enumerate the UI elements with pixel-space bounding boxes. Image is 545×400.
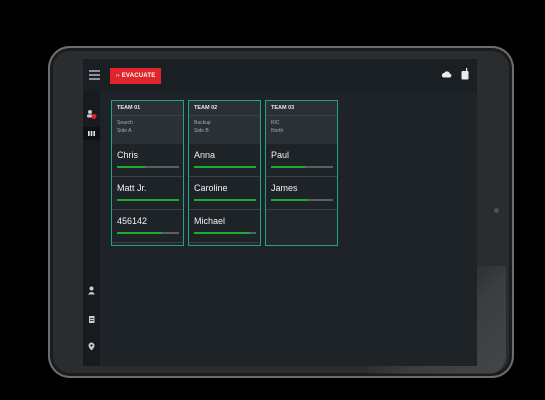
member-progress-bar (117, 232, 179, 234)
team-name: TEAM 03 (266, 101, 337, 116)
member-name: Paul (271, 150, 290, 160)
team-alert-icon[interactable] (86, 109, 97, 120)
member-progress-bar (117, 166, 179, 168)
member-name: Anna (194, 150, 216, 160)
progress-fill (117, 232, 162, 234)
progress-fill (194, 199, 256, 201)
evacuate-label: EVACUATE (121, 73, 156, 79)
team-name: TEAM 01 (112, 101, 183, 116)
member-name: 456142 (117, 216, 148, 226)
columns-view-tab[interactable] (83, 127, 100, 140)
team-info: RIC North (266, 116, 337, 144)
team-column[interactable]: TEAM 01 Search Side A Chris Matt Jr. 456… (111, 100, 184, 246)
progress-fill (117, 166, 145, 168)
app-screen: ›‹ EVACUATE TEAM 01 Search Side A Chris … (83, 59, 477, 366)
evacuate-prefix: ›‹ (116, 73, 120, 79)
team-area: Side B (194, 127, 209, 134)
member-card[interactable]: Anna (189, 144, 260, 177)
member-progress-bar (117, 199, 179, 201)
member-card[interactable]: Matt Jr. (112, 177, 183, 210)
member-name: Caroline (194, 183, 228, 193)
member-name: Matt Jr. (117, 183, 147, 193)
member-name: James (271, 183, 298, 193)
member-card[interactable]: Paul (266, 144, 337, 177)
team-area: North (271, 127, 284, 134)
member-progress-bar (271, 199, 333, 201)
team-column[interactable]: TEAM 03 RIC North Paul James (265, 100, 338, 246)
progress-fill (194, 232, 250, 234)
radio-icon[interactable] (461, 68, 469, 80)
team-info: Search Side A (112, 116, 183, 144)
team-task: Search (117, 120, 133, 126)
columns-icon (88, 131, 95, 136)
hamburger-icon[interactable] (89, 70, 100, 80)
member-progress-bar (271, 166, 333, 168)
member-name: Chris (117, 150, 139, 160)
member-progress-bar (194, 232, 256, 234)
member-name: Michael (194, 216, 226, 226)
member-progress-bar (194, 166, 256, 168)
document-icon[interactable] (86, 314, 97, 325)
team-column[interactable]: TEAM 02 Backup Side B Anna Caroline Mich… (188, 100, 261, 246)
team-name: TEAM 02 (189, 101, 260, 116)
progress-fill (194, 166, 256, 168)
progress-fill (271, 166, 306, 168)
member-card[interactable]: Caroline (189, 177, 260, 210)
location-pin-icon[interactable] (86, 341, 97, 352)
member-card[interactable]: Chris (112, 144, 183, 177)
team-area: Side A (117, 127, 132, 134)
team-task: RIC (271, 120, 280, 126)
person-icon[interactable] (86, 285, 97, 296)
member-card[interactable]: Michael (189, 210, 260, 243)
top-bar: ›‹ EVACUATE (83, 59, 477, 91)
progress-fill (117, 199, 179, 201)
left-rail (83, 91, 100, 366)
team-task: Backup (194, 120, 211, 126)
progress-fill (271, 199, 309, 201)
evacuate-button[interactable]: ›‹ EVACUATE (110, 68, 162, 84)
member-card[interactable]: James (266, 177, 337, 210)
home-button[interactable] (494, 208, 499, 213)
member-progress-bar (194, 199, 256, 201)
team-info: Backup Side B (189, 116, 260, 144)
member-card[interactable]: 456142 (112, 210, 183, 243)
cloud-icon[interactable] (441, 70, 452, 78)
